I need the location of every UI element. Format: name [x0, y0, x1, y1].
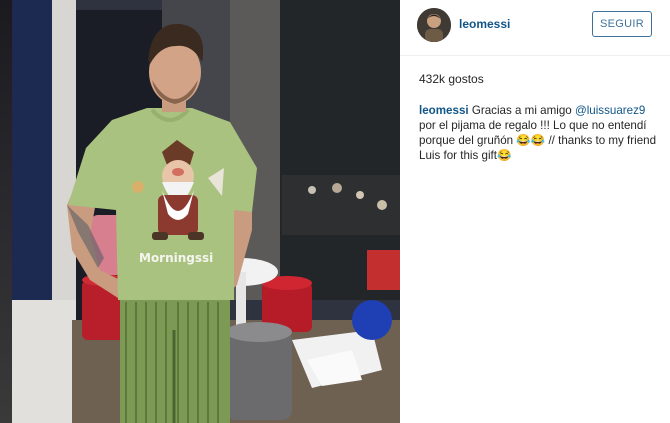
post-caption: leomessi Gracias a mi amigo @luissuarez9… — [419, 103, 659, 163]
post-photo[interactable]: Morningssi — [12, 0, 400, 423]
instagram-post: Morningssi leomessi SEGUIR 432k gostos l… — [0, 0, 670, 423]
header-username-link[interactable]: leomessi — [459, 17, 510, 31]
follow-button[interactable]: SEGUIR — [592, 11, 652, 37]
blue-toy — [352, 300, 392, 340]
laughing-emoji-end: 😂 — [496, 149, 512, 162]
laughing-emoji: 😂😂 — [516, 134, 546, 147]
avatar[interactable] — [417, 8, 451, 42]
post-header: leomessi SEGUIR — [400, 0, 670, 56]
photo-illustration: Morningssi — [12, 0, 400, 423]
avatar-image — [417, 8, 451, 42]
post-side-panel: leomessi SEGUIR 432k gostos leomessi Gra… — [400, 0, 670, 423]
previous-photo-edge — [0, 0, 12, 423]
mention-link[interactable]: @luissuarez9 — [575, 104, 645, 117]
caption-text-1: Gracias a mi amigo — [468, 104, 575, 117]
grey-ottoman — [226, 330, 292, 420]
shirt-print-text: Morningssi — [139, 251, 213, 265]
likes-count[interactable]: 432k gostos — [419, 72, 484, 86]
window-left — [12, 0, 52, 300]
caption-username-link[interactable]: leomessi — [419, 104, 469, 117]
